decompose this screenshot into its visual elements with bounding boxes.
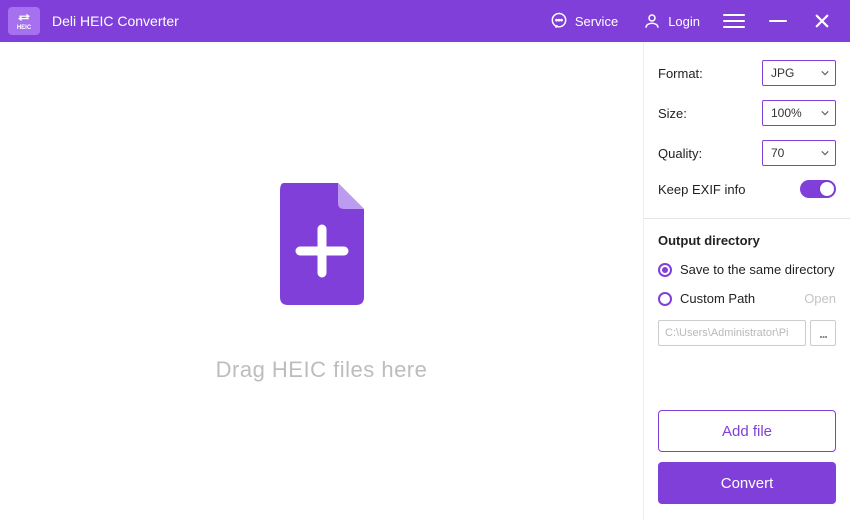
exif-label: Keep EXIF info [658,182,745,197]
close-icon [813,12,831,30]
same-dir-label: Save to the same directory [680,262,835,277]
chevron-down-icon [821,109,829,117]
side-panel: Format: JPG Size: 100% Quality: 70 Keep … [644,42,850,520]
service-button[interactable]: Service [543,7,624,35]
format-select[interactable]: JPG [762,60,836,86]
drop-hint: Drag HEIC files here [216,357,428,383]
custom-path-label: Custom Path [680,291,755,306]
divider [644,218,850,219]
titlebar: HEIC Deli HEIC Converter Service Login [0,0,850,42]
login-label: Login [668,14,700,29]
quality-value: 70 [771,146,784,160]
toggle-knob [820,182,834,196]
minimize-button[interactable] [762,6,794,36]
chat-icon [549,11,569,31]
radio-same-dir[interactable]: Save to the same directory [658,262,836,277]
exif-toggle[interactable] [800,180,836,198]
format-label: Format: [658,66,703,81]
output-section-title: Output directory [658,233,836,248]
quality-row: Quality: 70 [658,140,836,166]
convert-button[interactable]: Convert [658,462,836,504]
path-input[interactable]: C:\Users\Administrator\Pi [658,320,806,346]
path-row: C:\Users\Administrator\Pi ... [658,320,836,346]
app-title: Deli HEIC Converter [52,13,179,29]
radio-custom-path[interactable]: Custom Path Open [658,291,836,306]
service-label: Service [575,14,618,29]
app-logo: HEIC [8,7,40,35]
format-value: JPG [771,66,794,80]
size-label: Size: [658,106,687,121]
browse-button[interactable]: ... [810,320,836,346]
chevron-down-icon [821,69,829,77]
quality-select[interactable]: 70 [762,140,836,166]
size-select[interactable]: 100% [762,100,836,126]
open-folder-link[interactable]: Open [804,291,836,306]
radio-icon [658,263,672,277]
close-button[interactable] [806,6,838,36]
exif-row: Keep EXIF info [658,180,836,198]
hamburger-icon [723,10,745,32]
drop-zone[interactable]: Drag HEIC files here [0,42,644,520]
format-row: Format: JPG [658,60,836,86]
swap-arrows-icon [15,12,33,24]
menu-button[interactable] [718,6,750,36]
file-plus-icon [272,179,372,309]
size-value: 100% [771,106,802,120]
body-area: Drag HEIC files here Format: JPG Size: 1… [0,42,850,520]
quality-label: Quality: [658,146,702,161]
add-file-button[interactable]: Add file [658,410,836,452]
app-logo-text: HEIC [17,25,31,31]
minimize-icon [769,20,787,23]
login-button[interactable]: Login [636,7,706,35]
size-row: Size: 100% [658,100,836,126]
chevron-down-icon [821,149,829,157]
user-icon [642,11,662,31]
radio-icon [658,292,672,306]
